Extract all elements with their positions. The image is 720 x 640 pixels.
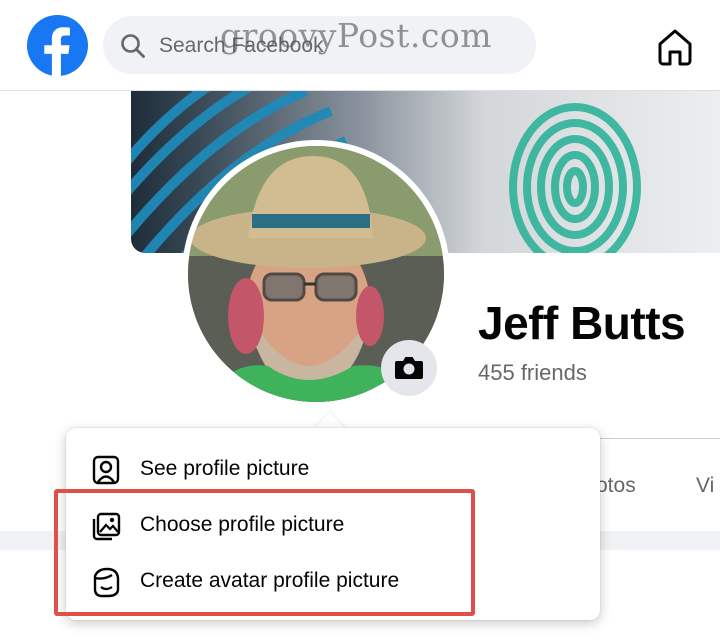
menu-item-label: Create avatar profile picture [140, 569, 400, 592]
menu-item-see-profile-picture[interactable]: See profile picture [86, 445, 586, 495]
profile-picture-menu: See profile picture Choose profile pictu… [66, 428, 600, 620]
menu-item-label: See profile picture [140, 457, 310, 480]
home-icon[interactable] [652, 24, 698, 70]
facebook-logo-icon[interactable] [26, 14, 89, 77]
friends-count[interactable]: 455 friends [478, 360, 587, 386]
search-icon [121, 34, 145, 58]
search-bar[interactable] [103, 16, 536, 74]
menu-item-create-avatar-profile-picture[interactable]: Create avatar profile picture [86, 557, 586, 607]
menu-pointer [314, 412, 346, 429]
change-profile-picture-button[interactable] [381, 340, 437, 396]
avatar-face-icon [93, 567, 120, 598]
tab-photos[interactable]: otos [596, 474, 636, 498]
search-input[interactable] [157, 28, 521, 64]
menu-item-label: Choose profile picture [140, 513, 345, 536]
person-portrait-icon [92, 455, 120, 485]
camera-icon [395, 357, 423, 379]
menu-item-choose-profile-picture[interactable]: Choose profile picture [86, 501, 586, 551]
image-gallery-icon [92, 512, 121, 541]
tab-videos[interactable]: Vi [696, 474, 714, 498]
top-navigation-bar: groovyPost.com [0, 0, 720, 91]
profile-name: Jeff Butts [478, 297, 686, 349]
divider [590, 438, 720, 439]
